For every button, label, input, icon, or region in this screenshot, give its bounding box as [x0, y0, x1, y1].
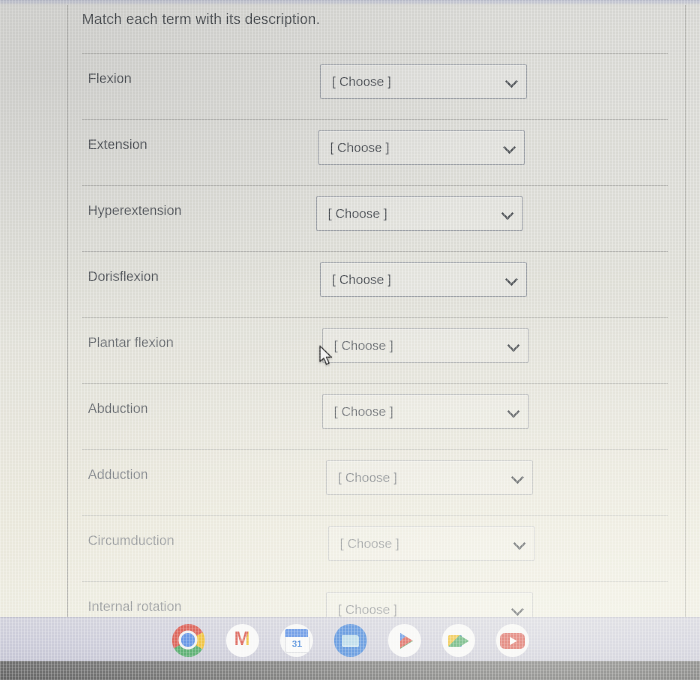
- dropdown-value: [ Choose ]: [328, 206, 388, 221]
- meet-icon[interactable]: [441, 623, 475, 657]
- row-separator: [82, 185, 668, 186]
- choose-dropdown[interactable]: [ Choose ]: [326, 460, 533, 495]
- chromebook-screen-photo: Match each term with its description. Fl…: [0, 0, 700, 680]
- row-separator: [82, 383, 668, 384]
- match-row: Hyperextension [ Choose ]: [68, 185, 700, 251]
- chevron-down-icon: [504, 142, 515, 153]
- chevron-down-icon: [514, 538, 525, 549]
- choose-dropdown[interactable]: [ Choose ]: [318, 130, 525, 165]
- chevron-down-icon: [512, 472, 523, 483]
- choose-dropdown[interactable]: [ Choose ]: [322, 328, 529, 363]
- choose-dropdown[interactable]: [ Choose ]: [320, 64, 527, 99]
- term-label: Hyperextension: [88, 203, 182, 218]
- youtube-icon[interactable]: [495, 623, 529, 657]
- shelf-app-list: [0, 618, 700, 662]
- match-row: Adduction [ Choose ]: [68, 449, 700, 515]
- term-label: Plantar flexion: [88, 335, 174, 350]
- row-separator: [82, 515, 668, 516]
- row-separator: [82, 53, 668, 54]
- chevron-down-icon: [508, 340, 519, 351]
- match-row: Flexion [ Choose ]: [68, 53, 700, 119]
- gmail-icon[interactable]: [225, 623, 259, 657]
- choose-dropdown[interactable]: [ Choose ]: [320, 262, 527, 297]
- term-label: Circumduction: [88, 533, 175, 548]
- chevron-down-icon: [506, 274, 517, 285]
- match-row: Circumduction [ Choose ]: [68, 515, 700, 581]
- term-label: Dorisflexion: [88, 269, 159, 284]
- row-separator: [82, 449, 668, 450]
- choose-dropdown[interactable]: [ Choose ]: [328, 526, 535, 561]
- dropdown-value: [ Choose ]: [340, 536, 400, 551]
- chevron-down-icon: [506, 76, 517, 87]
- device-bezel: [0, 661, 700, 680]
- quiz-prompt: Match each term with its description.: [82, 12, 321, 28]
- chrome-icon[interactable]: [171, 623, 205, 657]
- row-separator: [82, 581, 668, 582]
- dropdown-value: [ Choose ]: [332, 74, 392, 89]
- term-label: Extension: [88, 137, 148, 152]
- choose-dropdown[interactable]: [ Choose ]: [322, 394, 529, 429]
- term-label: Internal rotation: [88, 599, 182, 614]
- chromeos-shelf[interactable]: [0, 617, 700, 661]
- calendar-icon[interactable]: [279, 623, 313, 657]
- row-separator: [82, 317, 668, 318]
- match-row: Dorisflexion [ Choose ]: [68, 251, 700, 317]
- chevron-down-icon: [502, 208, 513, 219]
- match-row: Plantar flexion [ Choose ]: [68, 317, 700, 383]
- dropdown-value: [ Choose ]: [330, 140, 390, 155]
- match-row: Abduction [ Choose ]: [68, 383, 700, 449]
- page-left-gutter: [0, 5, 68, 617]
- quiz-content: Match each term with its description. Fl…: [68, 5, 700, 627]
- dropdown-value: [ Choose ]: [338, 602, 398, 617]
- play-store-icon[interactable]: [387, 623, 421, 657]
- term-label: Abduction: [88, 401, 149, 416]
- row-separator: [82, 251, 668, 252]
- dropdown-value: [ Choose ]: [334, 338, 394, 353]
- term-label: Flexion: [88, 71, 132, 86]
- chevron-down-icon: [508, 406, 519, 417]
- files-icon[interactable]: [333, 623, 367, 657]
- row-separator: [82, 119, 668, 120]
- chevron-down-icon: [512, 604, 523, 615]
- dropdown-value: [ Choose ]: [338, 470, 398, 485]
- dropdown-value: [ Choose ]: [332, 272, 392, 287]
- match-row: Extension [ Choose ]: [68, 119, 700, 185]
- dropdown-value: [ Choose ]: [334, 404, 394, 419]
- term-label: Adduction: [88, 467, 149, 482]
- choose-dropdown[interactable]: [ Choose ]: [316, 196, 523, 231]
